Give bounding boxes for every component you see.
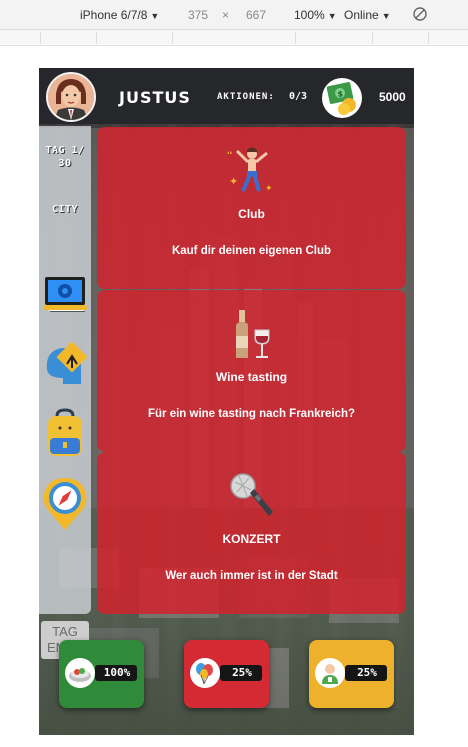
activity-card-wine-tasting[interactable]: Wine tasting Für ein wine tasting nach F…	[97, 290, 406, 452]
activity-card-konzert[interactable]: KONZERT Wer auch immer ist in der Stadt	[97, 452, 406, 614]
stat-health[interactable]: 25%	[309, 640, 394, 708]
height-field[interactable]: 667	[246, 8, 266, 22]
stat-food[interactable]: 100%	[59, 640, 144, 708]
card-description: Wer auch immer ist in der Stadt	[165, 570, 338, 582]
svg-text:$: $	[338, 90, 344, 99]
stat-value: 25%	[232, 666, 252, 679]
chevron-down-icon: ▼	[327, 11, 337, 21]
card-title: Club	[238, 207, 265, 221]
career-path-icon[interactable]	[39, 338, 91, 390]
svg-text:✦: ✦	[265, 184, 273, 194]
zoom-label: 100%	[294, 8, 325, 22]
svg-text:❛❛: ❛❛	[227, 150, 233, 159]
card-title: Wine tasting	[215, 370, 288, 384]
svg-text:✦: ✦	[229, 175, 238, 188]
balloon-icon	[190, 658, 220, 688]
chevron-down-icon: ▼	[381, 11, 391, 21]
device-label: iPhone 6/7/8	[80, 8, 148, 22]
devtools-toolbar: iPhone 6/7/8 ▼ 375 × 667 100% ▼ Online ▼	[0, 0, 468, 30]
backpack-icon[interactable]	[39, 408, 91, 460]
rotate-icon[interactable]	[412, 6, 428, 25]
chevron-down-icon: ▼	[150, 11, 160, 21]
dancer-icon: ✦ ✦ ❛❛	[97, 145, 406, 195]
media-query-bar	[0, 30, 468, 46]
stat-value: 100%	[103, 666, 131, 679]
device-select[interactable]: iPhone 6/7/8 ▼	[80, 8, 159, 22]
actions-label: AKTIONEN:	[217, 92, 275, 102]
top-bar: JUSTUS AKTIONEN: 0/3 $ 5000	[39, 68, 414, 124]
width-field[interactable]: 375	[188, 8, 208, 22]
actions-count: 0/3	[289, 91, 308, 102]
settings-icon[interactable]	[39, 276, 91, 312]
stat-fun[interactable]: 25%	[184, 640, 269, 708]
money-icon: $	[322, 78, 362, 118]
money-value: 5000	[379, 90, 406, 104]
microphone-icon	[97, 470, 406, 524]
player-name: JUSTUS	[119, 88, 191, 107]
activity-card-club[interactable]: ✦ ✦ ❛❛ Club Kauf dir deinen eigenen Club	[97, 127, 406, 289]
food-icon	[65, 658, 95, 688]
game-screen: JUSTUS AKTIONEN: 0/3 $ 5000 TAG 1/ 30 CI…	[39, 68, 414, 735]
network-select[interactable]: Online ▼	[344, 8, 391, 22]
map-compass-icon[interactable]	[39, 476, 91, 532]
zoom-select[interactable]: 100% ▼	[294, 8, 337, 22]
network-label: Online	[344, 8, 379, 22]
sidebar: TAG 1/ 30 CITY Credits	[39, 126, 91, 659]
card-description: Für ein wine tasting nach Frankreich?	[147, 408, 356, 420]
stat-value: 25%	[357, 666, 377, 679]
location-label: CITY	[51, 204, 79, 215]
card-description: Kauf dir deinen eigenen Club	[171, 245, 332, 257]
times-separator: ×	[222, 8, 230, 22]
day-counter: TAG 1/ 30	[45, 145, 85, 169]
avatar[interactable]	[46, 72, 96, 122]
wine-icon	[97, 308, 406, 362]
health-icon	[315, 658, 345, 688]
card-title: KONZERT	[222, 532, 281, 546]
